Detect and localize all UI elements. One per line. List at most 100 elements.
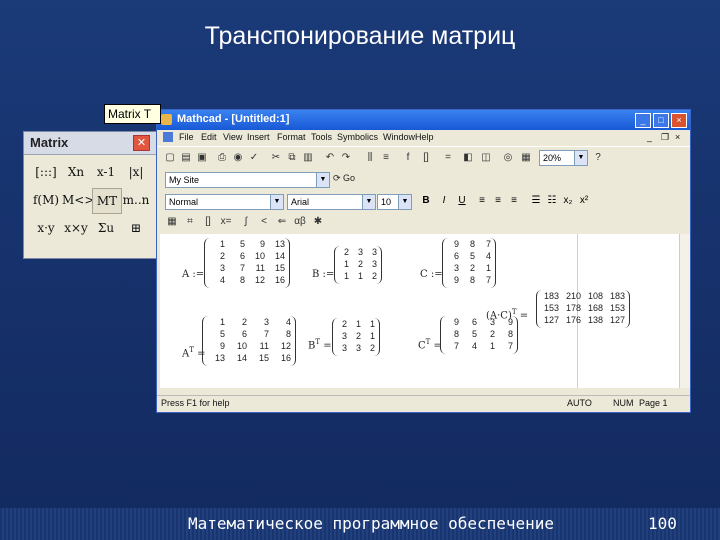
spell-icon[interactable]: ✓ <box>247 151 261 164</box>
font-combo[interactable]: Arial ▼ <box>287 194 376 210</box>
close-window-icon[interactable]: × <box>671 113 687 128</box>
picture-button[interactable]: ⊞ <box>122 216 150 240</box>
menu-file[interactable]: File <box>179 132 194 142</box>
matrix-c[interactable]: 987654321987 <box>442 238 496 288</box>
status-num: NUM <box>613 398 634 408</box>
vertical-scrollbar[interactable] <box>679 234 690 388</box>
vectorize-button[interactable]: f(M) <box>32 188 60 212</box>
new-icon[interactable]: ▢ <box>163 151 177 164</box>
inverse-button[interactable]: x-1 <box>92 160 120 184</box>
menu-symbolics[interactable]: Symbolics <box>337 132 378 142</box>
align-center-icon[interactable]: ≡ <box>491 195 505 206</box>
menu-tools[interactable]: Tools <box>311 132 332 142</box>
cross-product-button[interactable]: x×y <box>62 216 90 240</box>
range-button[interactable]: m..n <box>122 188 150 212</box>
matrix-cell: 2 <box>489 329 495 339</box>
window-titlebar[interactable]: Mathcad - [Untitled:1] _ □ × <box>157 110 690 130</box>
menu-view[interactable]: View <box>223 132 242 142</box>
minimize-icon[interactable]: _ <box>635 113 651 128</box>
matrix-bt[interactable]: 211321332 <box>332 318 380 356</box>
bullets-icon[interactable]: ☰ <box>529 195 543 206</box>
copy-icon[interactable]: ⧉ <box>285 151 299 164</box>
dot-product-button[interactable]: x·y <box>32 216 60 240</box>
bold-button[interactable]: B <box>419 195 433 206</box>
matrix-ct[interactable]: 963985287417 <box>440 316 518 354</box>
insert-function-icon[interactable]: f <box>401 151 415 164</box>
programming-icon[interactable]: ⇐ <box>275 215 289 228</box>
align-down-icon[interactable]: ≡ <box>379 151 393 164</box>
evaluation-icon[interactable]: x= <box>219 215 233 228</box>
menu-help[interactable]: Help <box>415 132 434 142</box>
doc-restore-icon[interactable]: ❐ <box>661 132 669 143</box>
matrix-cell: 1 <box>219 239 225 249</box>
cut-icon[interactable]: ✂ <box>269 151 283 164</box>
determinant-button[interactable]: |x| <box>122 160 150 184</box>
calculate-icon[interactable]: = <box>441 151 455 164</box>
insert-component-icon[interactable]: ◧ <box>461 151 475 164</box>
open-icon[interactable]: ▤ <box>179 151 193 164</box>
matrix-insert-button[interactable]: [:::] <box>32 160 60 184</box>
column-button[interactable]: M<> <box>62 188 94 212</box>
maximize-icon[interactable]: □ <box>653 113 669 128</box>
resource-combo[interactable]: My Site ▼ <box>165 172 330 188</box>
matrix-icon[interactable]: [] <box>201 215 215 228</box>
chevron-down-icon[interactable]: ▼ <box>316 173 329 187</box>
close-icon[interactable]: ✕ <box>133 135 150 151</box>
greek-icon[interactable]: αβ <box>293 215 307 228</box>
style-value: Normal <box>169 197 199 207</box>
worksheet[interactable]: A := 1 5 9 13 2 6 10 14 3 7 11 15 4 8 12 16 B := 2 3 3 1 2 3 1 1 2… <box>160 234 680 388</box>
palette-titlebar[interactable]: Matrix ✕ <box>24 132 158 155</box>
calculus-icon[interactable]: ∫ <box>239 215 253 228</box>
align-left-icon[interactable]: ≡ <box>475 195 489 206</box>
print-icon[interactable]: ⎙ <box>215 151 229 164</box>
insert-unit-icon[interactable]: [] <box>419 151 433 164</box>
matrix-cell: 1 <box>219 317 225 327</box>
doc-minimize-icon[interactable]: _ <box>647 132 652 142</box>
boolean-icon[interactable]: < <box>257 215 271 228</box>
chevron-down-icon[interactable]: ▼ <box>398 195 411 209</box>
graph-icon[interactable]: ⌗ <box>183 215 197 228</box>
matrix-act[interactable]: 183 210 108 183 153 178 168 153 127 176 138 127 <box>536 290 630 328</box>
chevron-down-icon[interactable]: ▼ <box>574 151 587 165</box>
menu-window[interactable]: Window <box>383 132 415 142</box>
matrix-cell: 1 <box>369 319 375 329</box>
menu-insert[interactable]: Insert <box>247 132 270 142</box>
underline-button[interactable]: U <box>455 195 469 206</box>
resource-icon[interactable]: ◫ <box>479 151 493 164</box>
subscript-icon[interactable]: x₂ <box>561 195 575 206</box>
doc-close-icon[interactable]: × <box>675 132 680 142</box>
matrix-b[interactable]: 233123112 <box>334 246 382 284</box>
subscript-button[interactable]: Xn <box>62 160 90 184</box>
vector-sum-button[interactable]: Σu <box>92 216 120 240</box>
matrix-cell: 16 <box>280 353 291 363</box>
web-icon[interactable]: ◎ <box>501 151 515 164</box>
undo-icon[interactable]: ↶ <box>323 151 337 164</box>
zoom-combo[interactable]: 20% ▼ <box>539 150 588 166</box>
matrix-a[interactable]: 1 5 9 13 2 6 10 14 3 7 11 15 4 8 12 16 <box>204 238 290 288</box>
size-combo[interactable]: 10 ▼ <box>377 194 412 210</box>
paste-icon[interactable]: ▥ <box>301 151 315 164</box>
matrix-at[interactable]: 1 2 3 4 5 6 7 8 9 10 11 12 13 14 15 16 <box>202 316 296 366</box>
numbering-icon[interactable]: ☷ <box>545 195 559 206</box>
redo-icon[interactable]: ↷ <box>339 151 353 164</box>
align-right-icon[interactable]: ≡ <box>507 195 521 206</box>
transpose-button[interactable]: MT <box>92 188 122 214</box>
calculator-icon[interactable]: ▦ <box>165 215 179 228</box>
align-across-icon[interactable]: ⫼ <box>363 151 377 164</box>
italic-button[interactable]: I <box>437 195 451 206</box>
symbolic-icon[interactable]: ✱ <box>311 215 325 228</box>
palette-icon[interactable]: ▦ <box>519 151 533 164</box>
preview-icon[interactable]: ◉ <box>231 151 245 164</box>
chevron-down-icon[interactable]: ▼ <box>362 195 375 209</box>
matrix-cell: 7 <box>239 263 245 273</box>
matrix-cell: 7 <box>507 341 513 351</box>
save-icon[interactable]: ▣ <box>195 151 209 164</box>
menu-format[interactable]: Format <box>277 132 306 142</box>
style-combo[interactable]: Normal ▼ <box>165 194 284 210</box>
matrix-cell: 7 <box>485 275 491 285</box>
menu-edit[interactable]: Edit <box>201 132 217 142</box>
superscript-icon[interactable]: x² <box>577 195 591 206</box>
chevron-down-icon[interactable]: ▼ <box>270 195 283 209</box>
go-button[interactable]: ⟳ Go <box>333 173 355 184</box>
help-icon[interactable]: ? <box>591 151 605 164</box>
